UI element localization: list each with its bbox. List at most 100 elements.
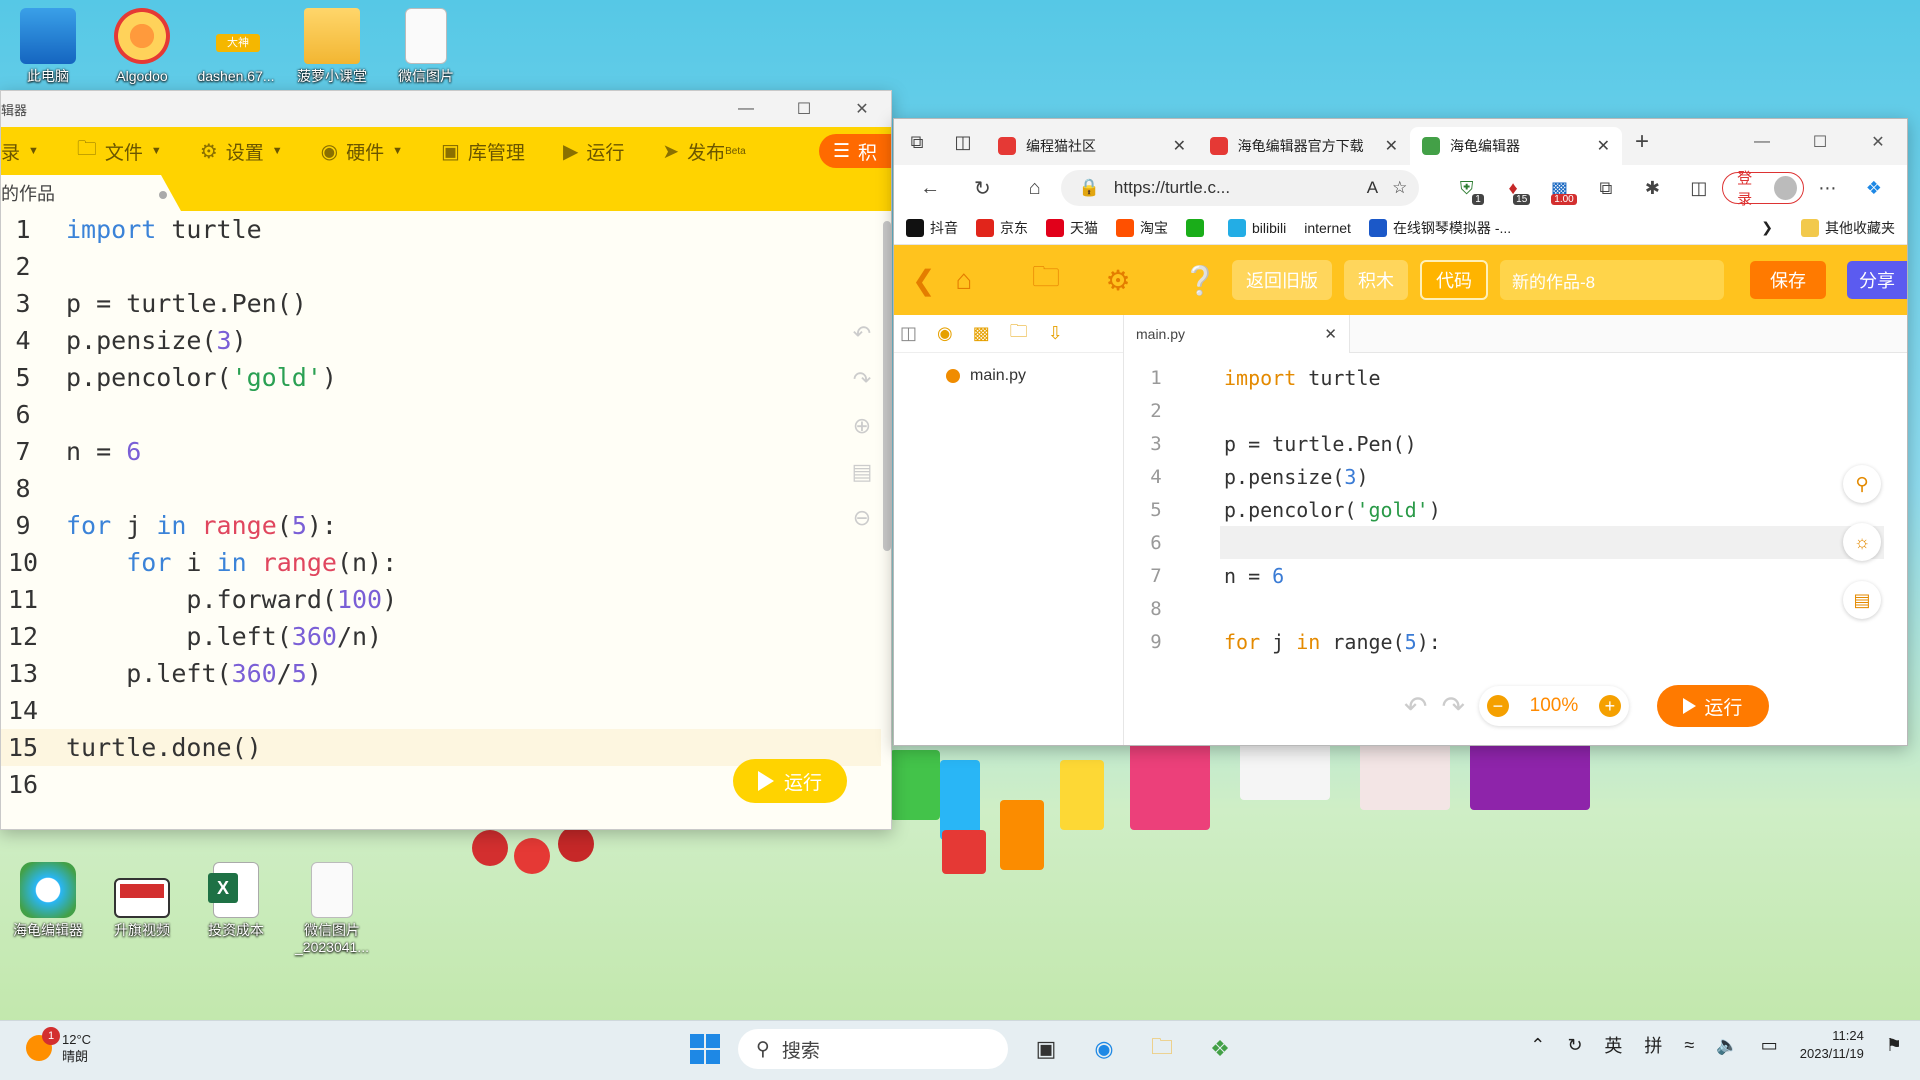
menu-run[interactable]: ▶ 运行 <box>563 138 624 165</box>
new-tab-icon[interactable]: + <box>1622 128 1662 156</box>
zoom-out-icon[interactable]: − <box>1486 695 1509 717</box>
file-item-main-py[interactable]: main.py <box>894 367 1123 385</box>
fire-extension-icon[interactable]: ♦ 15 <box>1490 178 1536 205</box>
undo-icon[interactable]: ↶ <box>1404 690 1427 723</box>
blocks-mode-button[interactable]: 积木 <box>1344 260 1408 300</box>
desktop-icon-wechat-image-2[interactable]: 微信图片_2023041... <box>284 862 380 956</box>
file-explorer-icon[interactable]: 🗀 <box>1142 1029 1182 1069</box>
chevron-right-icon[interactable]: ❯ <box>1761 219 1773 236</box>
code-line[interactable]: 9 for j in range(5): <box>1 507 881 544</box>
maximize-icon[interactable]: ☐ <box>1791 124 1849 160</box>
menu-library[interactable]: ▣ 库管理 <box>441 138 525 165</box>
menu-file[interactable]: 🗀 文件 ▼ <box>77 134 162 168</box>
code-line[interactable]: 11 p.forward(100) <box>1 581 881 618</box>
workspaces-icon[interactable]: ⧉ <box>894 132 940 153</box>
tab-turtle-editor[interactable]: 海龟编辑器 ✕ <box>1410 127 1622 165</box>
desktop-icon-algodoo[interactable]: Algodoo <box>94 8 190 85</box>
help-icon[interactable]: ❔ <box>1180 264 1220 297</box>
close-icon[interactable]: ✕ <box>1849 124 1907 160</box>
editor-run-button[interactable]: 运行 <box>733 759 847 803</box>
tab-turtle-download[interactable]: 海龟编辑器官方下载 ✕ <box>1198 127 1410 165</box>
speed-extension-icon[interactable]: ▩ 1.00 <box>1536 178 1582 205</box>
address-bar[interactable]: 🔒 https://turtle.c... A ☆ <box>1060 170 1420 206</box>
code-line[interactable]: 5 p.pencolor('gold') <box>1 359 881 396</box>
minimize-icon[interactable]: — <box>717 91 775 127</box>
close-icon[interactable]: ✕ <box>1597 136 1610 156</box>
undo-icon[interactable]: ↶ <box>853 321 871 347</box>
console-icon[interactable]: ▤ <box>1843 581 1881 619</box>
code-line[interactable]: 10 for i in range(n): <box>1 544 881 581</box>
bookmark-item[interactable]: 京东 <box>976 218 1028 238</box>
battery-icon[interactable]: ▭ <box>1761 1035 1778 1056</box>
code-line[interactable]: 8 <box>1124 592 1804 625</box>
bookmark-item[interactable] <box>1186 218 1210 237</box>
code-line[interactable]: 3 p = turtle.Pen() <box>1 285 881 322</box>
code-editor[interactable]: 1 import turtle 2 3 p = turtle.Pen() 4 p.pensi… <box>1 211 891 829</box>
format-icon[interactable]: ▤ <box>852 459 873 485</box>
other-favorites-folder[interactable]: 其他收藏夹 <box>1801 218 1895 238</box>
folder-icon[interactable]: 🗀 <box>1026 256 1066 304</box>
read-aloud-icon[interactable]: A <box>1367 178 1378 198</box>
editor-file-tab[interactable]: 的作品 <box>1 175 181 211</box>
extensions-puzzle-icon[interactable]: ✱ <box>1629 178 1675 199</box>
desktop-icon-turtle-editor[interactable]: 海龟编辑器 <box>0 862 96 939</box>
image-icon[interactable]: ▩ <box>973 323 990 344</box>
bookmark-item[interactable]: 天猫 <box>1046 218 1098 238</box>
volume-icon[interactable]: 🔈 <box>1716 1035 1738 1056</box>
gear-icon[interactable]: ⚙ <box>1098 264 1138 297</box>
login-button[interactable]: 登录 <box>1722 170 1805 208</box>
code-line[interactable]: 5 p.pencolor('gold') <box>1124 493 1804 526</box>
close-icon[interactable]: ✕ <box>833 91 891 127</box>
start-icon[interactable] <box>690 1034 720 1064</box>
share-button[interactable]: 分享 <box>1847 261 1907 299</box>
more-options-icon[interactable]: ⋯ <box>1804 178 1850 199</box>
close-icon[interactable]: ✕ <box>1324 325 1337 343</box>
code-mode-button[interactable]: 代码 <box>1420 260 1488 300</box>
wifi-icon[interactable]: ≈ <box>1684 1035 1694 1056</box>
run-button[interactable]: 运行 <box>1656 685 1769 727</box>
code-line[interactable]: 4 p.pensize(3) <box>1124 460 1804 493</box>
weather-widget[interactable]: 1 12°C 晴朗 <box>26 1027 91 1065</box>
code-line[interactable]: 6 <box>1 396 881 433</box>
favorite-star-icon[interactable]: ☆ <box>1392 178 1407 198</box>
home-icon[interactable]: ⌂ <box>1009 177 1061 200</box>
share-button[interactable]: ☰ 积 <box>818 134 891 168</box>
sync-icon[interactable]: ↻ <box>1567 1035 1582 1056</box>
notification-bell-icon[interactable]: ⚑ <box>1886 1035 1902 1056</box>
redo-icon[interactable]: ↷ <box>853 367 871 393</box>
menu-hardware[interactable]: ◉ 硬件 ▼ <box>321 138 403 165</box>
split-screen-icon[interactable]: ◫ <box>1676 178 1722 199</box>
zoom-out-icon[interactable]: ⊖ <box>853 505 871 531</box>
shield-extension-icon[interactable]: ⛨ 1 <box>1443 178 1489 205</box>
task-view-icon[interactable]: ▣ <box>1026 1029 1066 1069</box>
ime-language[interactable]: 英 <box>1604 1032 1622 1058</box>
new-folder-icon[interactable]: 🗀 <box>1010 319 1028 349</box>
bookmark-item[interactable]: 淘宝 <box>1116 218 1168 238</box>
bookmark-item[interactable]: 抖音 <box>906 218 958 238</box>
bookmark-item[interactable]: internet <box>1304 220 1351 236</box>
turtle-editor-taskbar-icon[interactable]: ❖ <box>1200 1029 1240 1069</box>
code-line[interactable]: 4 p.pensize(3) <box>1 322 881 359</box>
desktop-icon-investment[interactable]: X 投资成本 <box>188 862 284 939</box>
close-icon[interactable]: ✕ <box>1173 136 1186 156</box>
menu-settings[interactable]: ⚙ 设置 ▼ <box>200 138 283 165</box>
code-line[interactable]: 2 <box>1 248 881 285</box>
code-line[interactable]: 1 import turtle <box>1 211 881 248</box>
code-line[interactable]: 8 <box>1 470 881 507</box>
search-icon[interactable]: ⚲ <box>1843 465 1881 503</box>
edge-icon[interactable]: ◉ <box>1084 1029 1124 1069</box>
code-line[interactable]: 7 n = 6 <box>1124 559 1804 592</box>
code-line[interactable]: 3 p = turtle.Pen() <box>1124 427 1804 460</box>
palette-icon[interactable]: ☼ <box>1843 523 1881 561</box>
code-line[interactable]: 13 p.left(360/5) <box>1 655 881 692</box>
project-name-input[interactable]: 新的作品-8 <box>1500 260 1724 300</box>
code-line[interactable]: 9 for j in range(5): <box>1124 625 1804 658</box>
zoom-in-icon[interactable]: ⊕ <box>853 413 871 439</box>
chevron-left-icon[interactable]: ❮ <box>912 264 935 297</box>
bookmark-item[interactable]: 在线钢琴模拟器 -... <box>1368 218 1511 238</box>
taskbar-search[interactable]: ⚲ 搜索 <box>738 1029 1008 1069</box>
tab-codemao-community[interactable]: 编程猫社区 ✕ <box>986 127 1198 165</box>
desktop-icon-this-pc[interactable]: 此电脑 <box>0 8 96 85</box>
code-line[interactable]: 2 <box>1124 394 1804 427</box>
collections-icon[interactable]: ⧉ <box>1583 178 1629 199</box>
